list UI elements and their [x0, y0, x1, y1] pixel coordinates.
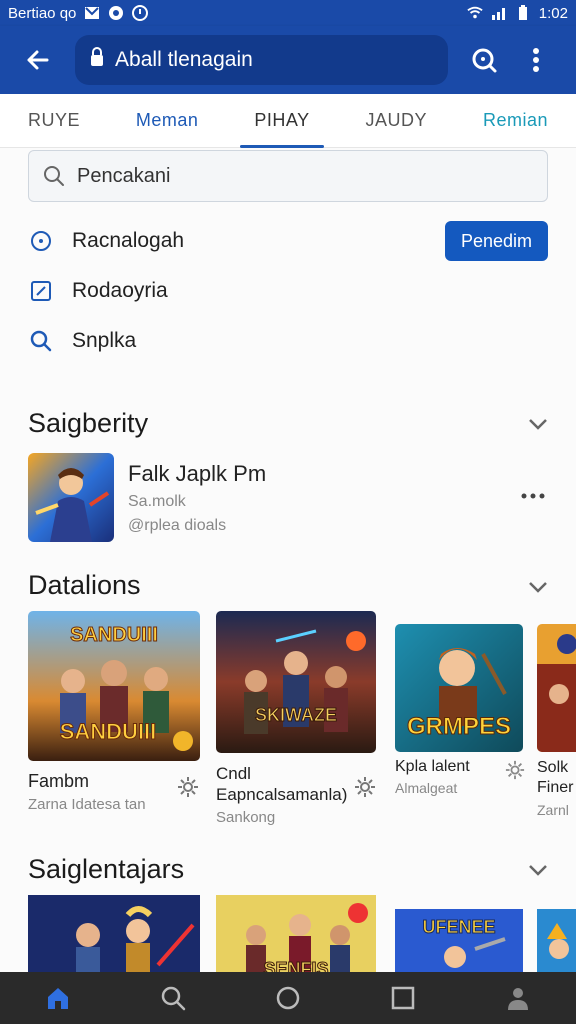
svg-text:SKIWAZE: SKIWAZE: [255, 705, 337, 725]
game-cover: [537, 909, 576, 972]
penedim-button[interactable]: Penedim: [445, 221, 548, 261]
game-cover: UFENEE: [395, 909, 523, 972]
chevron-down-icon[interactable]: [526, 412, 550, 436]
tab-ruye[interactable]: RUYE: [14, 94, 94, 148]
tab-jaudy[interactable]: JAUDY: [352, 94, 442, 148]
mail-icon: [84, 5, 100, 21]
status-time: 1:02: [538, 4, 568, 22]
gear-icon[interactable]: [503, 758, 527, 782]
app-list-item[interactable]: Falk Japlk Pm Sa.molk @rplea dioals: [28, 453, 548, 543]
chevron-down-icon[interactable]: [526, 575, 550, 599]
search-icon: [161, 986, 186, 1011]
edit-square-icon: [28, 278, 54, 304]
more-vertical-icon: [533, 48, 539, 72]
url-text: Aball tlenagain: [115, 48, 253, 71]
quick-item-rodaoyria[interactable]: Rodaoyria: [28, 266, 548, 316]
home-icon: [47, 988, 68, 1009]
lock-icon: [89, 47, 105, 73]
game-title: Fambm: [28, 771, 90, 791]
game-cover: SKIWAZE: [216, 611, 376, 753]
game-subtitle: Sankong: [216, 809, 276, 826]
game-subtitle: Almalgeat: [395, 780, 458, 796]
bottom-navigation: [0, 972, 576, 1024]
nav-home[interactable]: [30, 972, 86, 1024]
game-title: Solk Finer: [537, 759, 574, 796]
app-developer: Sa.molk: [128, 493, 186, 510]
gear-icon[interactable]: [353, 775, 377, 799]
game-title: Cndl Eapncalsamanla): [216, 764, 348, 804]
section-title-saiglentajars: Saiglentajars: [28, 854, 185, 884]
square-icon: [391, 986, 415, 1010]
quick-item-label: Snplka: [72, 329, 137, 352]
nav-search[interactable]: [145, 972, 201, 1024]
tab-bar: RUYE Meman PIHAY JAUDY Remian: [0, 94, 576, 148]
overflow-menu-button[interactable]: [510, 34, 562, 86]
nav-profile[interactable]: [490, 972, 546, 1024]
tab-pihay[interactable]: PIHAY: [240, 94, 324, 148]
app-category: @rplea dioals: [128, 517, 227, 534]
url-bar[interactable]: Aball tlenagain: [75, 35, 448, 85]
person-icon: [508, 988, 529, 1010]
game-card[interactable]: [537, 909, 576, 972]
app-name: Falk Japlk Pm: [128, 461, 267, 486]
game-cover: [537, 624, 576, 752]
svg-text:SANDUIII: SANDUIII: [70, 624, 158, 646]
game-card[interactable]: Solk Finer Zarnl: [537, 624, 576, 818]
svg-text:UFENEE: UFENEE: [422, 917, 495, 937]
svg-text:SANDUIII: SANDUIII: [60, 719, 157, 744]
svg-text:GRMPES: GRMPES: [407, 713, 511, 740]
alert-icon: [132, 5, 149, 21]
section-title-datalions: Datalions: [28, 570, 141, 600]
chevron-down-icon[interactable]: [526, 858, 550, 882]
search-icon: [472, 48, 497, 73]
nav-circle[interactable]: [260, 972, 316, 1024]
game-card[interactable]: UFENEE: [395, 909, 523, 972]
search-placeholder: Pencakani: [77, 164, 171, 187]
circle-icon: [276, 986, 300, 1010]
notification-icon: [108, 5, 124, 21]
game-cover: SANDUIII SANDUIII: [28, 611, 200, 761]
quick-item-snplka[interactable]: Snplka: [28, 316, 548, 366]
game-card[interactable]: [28, 895, 200, 972]
tab-remian[interactable]: Remian: [469, 94, 562, 148]
game-card[interactable]: SKIWAZE Cndl Eapncalsamanla) Sankong: [216, 611, 376, 826]
search-icon: [28, 328, 54, 354]
app-thumbnail: [28, 453, 114, 542]
search-button[interactable]: [458, 34, 510, 86]
game-subtitle: Zarnl: [537, 802, 569, 818]
game-subtitle: Zarna Idatesa tan: [28, 796, 146, 813]
svg-text:SENFIS: SENFIS: [263, 959, 328, 972]
quick-item-label: Racnalogah: [72, 229, 185, 252]
section-title-saigberity: Saigberity: [28, 408, 149, 438]
game-cover: SENFIS: [216, 895, 376, 972]
more-horizontal-icon[interactable]: [518, 481, 548, 511]
game-card[interactable]: SANDUIII SANDUIII Fambm Zarna Idatesa ta…: [28, 611, 200, 813]
battery-icon: [515, 5, 531, 21]
status-carrier: Bertiao qo: [8, 4, 77, 22]
game-cover: GRMPES: [395, 624, 523, 752]
quick-item-label: Rodaoyria: [72, 279, 168, 302]
back-button[interactable]: [14, 36, 61, 84]
status-bar: Bertiao qo 1:02: [0, 0, 576, 26]
arrow-left-icon: [27, 50, 49, 70]
wifi-icon: [467, 5, 483, 21]
app-bar: Aball tlenagain: [0, 26, 576, 94]
game-card[interactable]: SENFIS: [216, 895, 376, 972]
signal-icon: [491, 5, 507, 21]
search-input[interactable]: Pencakani: [28, 150, 548, 202]
search-icon: [44, 166, 64, 186]
target-icon: [28, 228, 54, 254]
gear-icon[interactable]: [176, 775, 200, 799]
game-cover: [28, 895, 200, 972]
tab-meman[interactable]: Meman: [122, 94, 213, 148]
nav-square[interactable]: [375, 972, 431, 1024]
